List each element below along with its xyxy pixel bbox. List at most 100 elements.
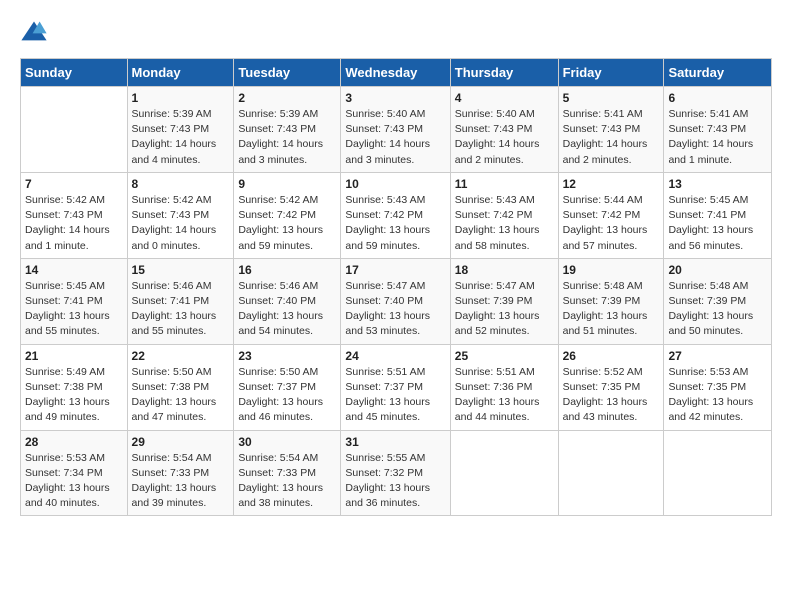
cell-w2-d2: 8 Sunrise: 5:42 AMSunset: 7:43 PMDaylight… [127, 172, 234, 258]
cell-w4-d6: 26 Sunrise: 5:52 AMSunset: 7:35 PMDayligh… [558, 344, 664, 430]
day-number: 25 [455, 349, 554, 363]
cell-w3-d1: 14 Sunrise: 5:45 AMSunset: 7:41 PMDayligh… [21, 258, 128, 344]
day-number: 2 [238, 91, 336, 105]
week-row-5: 28 Sunrise: 5:53 AMSunset: 7:34 PMDayligh… [21, 430, 772, 516]
cell-w1-d4: 3Sunrise: 5:40 AMSunset: 7:43 PMDaylight… [341, 87, 450, 173]
day-detail: Sunrise: 5:48 AMSunset: 7:39 PMDaylight:… [668, 279, 767, 340]
day-detail: Sunrise: 5:51 AMSunset: 7:36 PMDaylight:… [455, 365, 554, 426]
cell-w4-d5: 25 Sunrise: 5:51 AMSunset: 7:36 PMDayligh… [450, 344, 558, 430]
day-detail: Sunrise: 5:51 AMSunset: 7:37 PMDaylight:… [345, 365, 445, 426]
day-number: 24 [345, 349, 445, 363]
cell-w1-d1 [21, 87, 128, 173]
cell-w1-d5: 4Sunrise: 5:40 AMSunset: 7:43 PMDaylight… [450, 87, 558, 173]
day-detail: Sunrise: 5:41 AMSunset: 7:43 PMDaylight:… [563, 107, 660, 168]
cell-w3-d5: 18Sunrise: 5:47 AMSunset: 7:39 PMDayligh… [450, 258, 558, 344]
cell-w2-d1: 7 Sunrise: 5:42 AMSunset: 7:43 PMDaylight… [21, 172, 128, 258]
day-detail: Sunrise: 5:39 AMSunset: 7:43 PMDaylight:… [238, 107, 336, 168]
day-detail: Sunrise: 5:40 AMSunset: 7:43 PMDaylight:… [345, 107, 445, 168]
cell-w1-d3: 2 Sunrise: 5:39 AMSunset: 7:43 PMDaylight… [234, 87, 341, 173]
day-detail: Sunrise: 5:47 AMSunset: 7:39 PMDaylight:… [455, 279, 554, 340]
col-header-thursday: Thursday [450, 59, 558, 87]
cell-w5-d4: 31 Sunrise: 5:55 AMSunset: 7:32 PMDayligh… [341, 430, 450, 516]
day-number: 31 [345, 435, 445, 449]
week-row-1: 1 Sunrise: 5:39 AMSunset: 7:43 PMDaylight… [21, 87, 772, 173]
cell-w4-d7: 27 Sunrise: 5:53 AMSunset: 7:35 PMDayligh… [664, 344, 772, 430]
col-header-sunday: Sunday [21, 59, 128, 87]
cell-w3-d7: 20 Sunrise: 5:48 AMSunset: 7:39 PMDayligh… [664, 258, 772, 344]
cell-w4-d1: 21 Sunrise: 5:49 AMSunset: 7:38 PMDayligh… [21, 344, 128, 430]
day-detail: Sunrise: 5:43 AMSunset: 7:42 PMDaylight:… [345, 193, 445, 254]
day-number: 17 [345, 263, 445, 277]
logo [20, 18, 52, 46]
week-row-3: 14 Sunrise: 5:45 AMSunset: 7:41 PMDayligh… [21, 258, 772, 344]
day-number: 21 [25, 349, 123, 363]
cell-w3-d2: 15Sunrise: 5:46 AMSunset: 7:41 PMDayligh… [127, 258, 234, 344]
day-number: 5 [563, 91, 660, 105]
day-detail: Sunrise: 5:55 AMSunset: 7:32 PMDaylight:… [345, 451, 445, 512]
day-detail: Sunrise: 5:53 AMSunset: 7:35 PMDaylight:… [668, 365, 767, 426]
cell-w5-d7 [664, 430, 772, 516]
cell-w2-d4: 10 Sunrise: 5:43 AMSunset: 7:42 PMDayligh… [341, 172, 450, 258]
day-number: 27 [668, 349, 767, 363]
day-number: 1 [132, 91, 230, 105]
cell-w2-d6: 12 Sunrise: 5:44 AMSunset: 7:42 PMDayligh… [558, 172, 664, 258]
col-header-tuesday: Tuesday [234, 59, 341, 87]
week-row-2: 7 Sunrise: 5:42 AMSunset: 7:43 PMDaylight… [21, 172, 772, 258]
cell-w1-d6: 5 Sunrise: 5:41 AMSunset: 7:43 PMDaylight… [558, 87, 664, 173]
day-number: 4 [455, 91, 554, 105]
header [20, 18, 772, 46]
cell-w2-d3: 9Sunrise: 5:42 AMSunset: 7:42 PMDaylight… [234, 172, 341, 258]
cell-w4-d4: 24 Sunrise: 5:51 AMSunset: 7:37 PMDayligh… [341, 344, 450, 430]
col-header-friday: Friday [558, 59, 664, 87]
day-detail: Sunrise: 5:42 AMSunset: 7:43 PMDaylight:… [25, 193, 123, 254]
day-number: 15 [132, 263, 230, 277]
day-detail: Sunrise: 5:53 AMSunset: 7:34 PMDaylight:… [25, 451, 123, 512]
cell-w2-d7: 13Sunrise: 5:45 AMSunset: 7:41 PMDayligh… [664, 172, 772, 258]
col-header-monday: Monday [127, 59, 234, 87]
day-detail: Sunrise: 5:44 AMSunset: 7:42 PMDaylight:… [563, 193, 660, 254]
day-detail: Sunrise: 5:49 AMSunset: 7:38 PMDaylight:… [25, 365, 123, 426]
page: SundayMondayTuesdayWednesdayThursdayFrid… [0, 0, 792, 526]
day-number: 19 [563, 263, 660, 277]
day-number: 22 [132, 349, 230, 363]
day-detail: Sunrise: 5:52 AMSunset: 7:35 PMDaylight:… [563, 365, 660, 426]
day-number: 10 [345, 177, 445, 191]
cell-w3-d3: 16 Sunrise: 5:46 AMSunset: 7:40 PMDayligh… [234, 258, 341, 344]
cell-w3-d6: 19 Sunrise: 5:48 AMSunset: 7:39 PMDayligh… [558, 258, 664, 344]
day-detail: Sunrise: 5:41 AMSunset: 7:43 PMDaylight:… [668, 107, 767, 168]
day-detail: Sunrise: 5:42 AMSunset: 7:42 PMDaylight:… [238, 193, 336, 254]
day-detail: Sunrise: 5:45 AMSunset: 7:41 PMDaylight:… [668, 193, 767, 254]
day-detail: Sunrise: 5:54 AMSunset: 7:33 PMDaylight:… [238, 451, 336, 512]
day-number: 30 [238, 435, 336, 449]
day-number: 8 [132, 177, 230, 191]
day-detail: Sunrise: 5:45 AMSunset: 7:41 PMDaylight:… [25, 279, 123, 340]
week-row-4: 21 Sunrise: 5:49 AMSunset: 7:38 PMDayligh… [21, 344, 772, 430]
day-detail: Sunrise: 5:50 AMSunset: 7:38 PMDaylight:… [132, 365, 230, 426]
cell-w5-d2: 29Sunrise: 5:54 AMSunset: 7:33 PMDayligh… [127, 430, 234, 516]
day-number: 12 [563, 177, 660, 191]
cell-w5-d3: 30 Sunrise: 5:54 AMSunset: 7:33 PMDayligh… [234, 430, 341, 516]
day-detail: Sunrise: 5:46 AMSunset: 7:40 PMDaylight:… [238, 279, 336, 340]
cell-w3-d4: 17 Sunrise: 5:47 AMSunset: 7:40 PMDayligh… [341, 258, 450, 344]
day-number: 14 [25, 263, 123, 277]
day-number: 28 [25, 435, 123, 449]
day-detail: Sunrise: 5:50 AMSunset: 7:37 PMDaylight:… [238, 365, 336, 426]
day-detail: Sunrise: 5:39 AMSunset: 7:43 PMDaylight:… [132, 107, 230, 168]
day-detail: Sunrise: 5:48 AMSunset: 7:39 PMDaylight:… [563, 279, 660, 340]
cell-w1-d2: 1 Sunrise: 5:39 AMSunset: 7:43 PMDaylight… [127, 87, 234, 173]
cell-w5-d1: 28 Sunrise: 5:53 AMSunset: 7:34 PMDayligh… [21, 430, 128, 516]
day-detail: Sunrise: 5:47 AMSunset: 7:40 PMDaylight:… [345, 279, 445, 340]
cell-w4-d3: 23 Sunrise: 5:50 AMSunset: 7:37 PMDayligh… [234, 344, 341, 430]
day-number: 16 [238, 263, 336, 277]
day-number: 11 [455, 177, 554, 191]
day-number: 23 [238, 349, 336, 363]
day-number: 6 [668, 91, 767, 105]
day-number: 20 [668, 263, 767, 277]
col-header-saturday: Saturday [664, 59, 772, 87]
day-number: 7 [25, 177, 123, 191]
day-number: 26 [563, 349, 660, 363]
header-row: SundayMondayTuesdayWednesdayThursdayFrid… [21, 59, 772, 87]
day-number: 29 [132, 435, 230, 449]
cell-w1-d7: 6 Sunrise: 5:41 AMSunset: 7:43 PMDaylight… [664, 87, 772, 173]
day-detail: Sunrise: 5:42 AMSunset: 7:43 PMDaylight:… [132, 193, 230, 254]
